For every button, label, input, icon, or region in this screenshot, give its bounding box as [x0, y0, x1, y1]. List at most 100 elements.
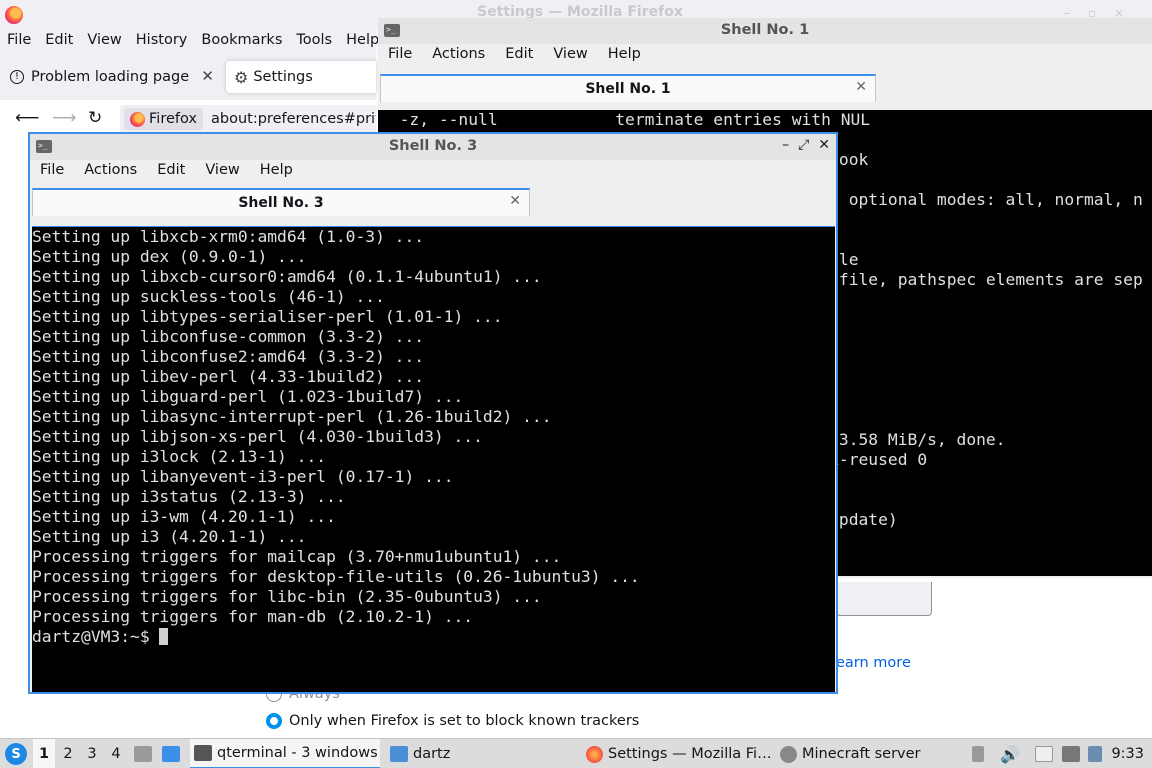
task-dartz-folder[interactable]: dartz — [386, 739, 450, 768]
shell1-title: Shell No. 1 — [720, 22, 810, 38]
shell1-tabbar: Shell No. 1 ✕ — [378, 72, 1152, 110]
terminal-line: Processing triggers for libc-bin (2.35-0… — [32, 587, 542, 606]
workspace-2[interactable]: 2 — [57, 739, 79, 768]
terminal-line: Setting up libanyevent-i3-perl (0.17-1) … — [32, 467, 454, 486]
workspace-3[interactable]: 3 — [81, 739, 103, 768]
keyboard-layout-icon[interactable] — [972, 739, 989, 768]
terminal-line: Setting up suckless-tools (46-1) ... — [32, 287, 385, 306]
terminal-prompt-line[interactable]: dartz@VM3:~$ — [32, 627, 835, 647]
forward-arrow-icon[interactable]: ⟶ — [52, 108, 76, 128]
shell3-terminal-output[interactable]: Setting up libxcb-xrm0:amd64 (1.0-3) ...… — [32, 226, 835, 692]
url-bar[interactable]: Firefox about:preferences#privacy — [120, 105, 376, 133]
start-menu-icon[interactable]: S — [5, 743, 27, 765]
terminal-window-shell-3: >_ Shell No. 3 – ⤢ ✕ File Actions Edit V… — [28, 132, 838, 694]
firefox-logo-icon — [5, 6, 23, 24]
firefox-tabstrip: ! Problem loading page ✕ ⚙ Settings — [0, 54, 376, 100]
tab-shell-1[interactable]: Shell No. 1 ✕ — [380, 74, 876, 102]
clock[interactable]: 9:33 — [1111, 739, 1144, 768]
workspace-4[interactable]: 4 — [105, 739, 127, 768]
identity-box[interactable]: Firefox — [124, 108, 203, 130]
close-tab-icon[interactable]: ✕ — [201, 67, 214, 85]
shell3-tabbar: Shell No. 3 ✕ — [30, 186, 836, 226]
ff-menu-tools[interactable]: Tools — [290, 30, 340, 54]
menu-edit[interactable]: Edit — [495, 44, 543, 68]
terminal-line: Setting up libguard-perl (1.023-1build7)… — [32, 387, 464, 406]
minecraft-server-icon — [780, 745, 797, 763]
ff-menu-history[interactable]: History — [130, 30, 196, 54]
task-label: qterminal - 3 windows — [217, 745, 378, 761]
shell3-menubar: File Actions Edit View Help — [30, 160, 836, 184]
menu-file[interactable]: File — [30, 160, 74, 184]
notification-icon[interactable] — [1088, 739, 1107, 768]
settings-button[interactable] — [836, 582, 932, 616]
menu-help[interactable]: Help — [250, 160, 303, 184]
firefox-logo-icon — [130, 111, 145, 127]
terminal-line: -file, pathspec elements are sep — [829, 270, 1143, 289]
terminal-line: Setting up libxcb-xrm0:amd64 (1.0-3) ... — [32, 227, 425, 246]
folder-icon — [390, 746, 408, 762]
learn-more-link[interactable]: earn more — [836, 655, 911, 671]
menu-view[interactable]: View — [195, 160, 249, 184]
volume-icon[interactable]: 🔊 — [1000, 739, 1020, 768]
identity-label: Firefox — [149, 111, 197, 127]
firefox-menubar: File Edit View History Bookmarks Tools H… — [0, 30, 379, 54]
tab-settings[interactable]: ⚙ Settings — [226, 61, 376, 93]
terminal-cursor — [159, 628, 169, 645]
menu-help[interactable]: Help — [598, 44, 651, 68]
task-label: Settings — Mozilla Fi… — [608, 746, 772, 762]
shell1-menubar: File Actions Edit View Help — [378, 44, 1152, 68]
file-manager-launcher-icon[interactable] — [134, 739, 157, 768]
firefox-logo-icon — [586, 745, 603, 763]
shell3-title: Shell No. 3 — [388, 138, 478, 154]
tab-label: Settings — [253, 69, 313, 85]
terminal-line: Setting up libasync-interrupt-perl (1.26… — [32, 407, 552, 426]
terminal-line: Processing triggers for mailcap (3.70+nm… — [32, 547, 562, 566]
close-icon[interactable]: ✕ — [818, 137, 830, 153]
clipboard-icon[interactable] — [1035, 739, 1058, 768]
terminal-line: update) — [829, 510, 898, 529]
terminal-line: Setting up libconfuse-common (3.3-2) ... — [32, 327, 425, 346]
tab-problem-loading[interactable]: ! Problem loading page ✕ — [0, 61, 224, 93]
network-icon[interactable] — [1062, 739, 1085, 768]
menu-actions[interactable]: Actions — [74, 160, 147, 184]
ff-menu-view[interactable]: View — [81, 30, 129, 54]
close-tab-icon[interactable]: ✕ — [509, 193, 521, 209]
terminal-line: Processing triggers for man-db (2.10.2-1… — [32, 607, 474, 626]
terminal-line: Setting up i3-wm (4.20.1-1) ... — [32, 507, 336, 526]
tab-label: Shell No. 3 — [238, 195, 324, 211]
reload-icon[interactable]: ↻ — [88, 108, 102, 128]
menu-file[interactable]: File — [378, 44, 422, 68]
shell1-titlebar[interactable]: >_ Shell No. 1 — [378, 18, 1152, 44]
terminal-line: 13.58 MiB/s, done. — [829, 430, 1006, 449]
radio-only-when-blocking[interactable]: Only when Firefox is set to block known … — [266, 713, 639, 729]
shell-prompt: dartz@VM3:~$ — [32, 627, 160, 646]
ff-menu-file[interactable]: File — [0, 30, 39, 54]
tab-label: Problem loading page — [31, 69, 190, 85]
back-arrow-icon[interactable]: ⟵ — [15, 108, 39, 128]
radio-selected-icon[interactable] — [266, 713, 282, 729]
terminal-line: k-reused 0 — [829, 450, 928, 469]
show-desktop-icon[interactable] — [162, 739, 185, 768]
maximize-icon[interactable]: ⤢ — [798, 137, 809, 153]
terminal-line: Setting up dex (0.9.0-1) ... — [32, 247, 307, 266]
terminal-line: Processing triggers for desktop-file-uti… — [32, 567, 640, 586]
taskbar: S 1 2 3 4 qterminal - 3 windows dartz Se… — [0, 738, 1152, 768]
url-text[interactable]: about:preferences#privacy — [211, 111, 376, 127]
tab-shell-3[interactable]: Shell No. 3 ✕ — [32, 188, 530, 216]
terminal-line: Setting up i3status (2.13-3) ... — [32, 487, 346, 506]
shell3-titlebar[interactable]: >_ Shell No. 3 – ⤢ ✕ — [30, 134, 836, 160]
ff-menu-bookmarks[interactable]: Bookmarks — [195, 30, 290, 54]
task-firefox-settings[interactable]: Settings — Mozilla Fi… — [582, 739, 772, 768]
terminal-line: Setting up libjson-xs-perl (4.030-1build… — [32, 427, 483, 446]
menu-view[interactable]: View — [543, 44, 597, 68]
workspace-1[interactable]: 1 — [33, 739, 55, 768]
terminal-line: Setting up libev-perl (4.33-1build2) ... — [32, 367, 425, 386]
menu-actions[interactable]: Actions — [422, 44, 495, 68]
task-qterminal[interactable]: qterminal - 3 windows — [190, 739, 380, 768]
menu-edit[interactable]: Edit — [147, 160, 195, 184]
task-minecraft-server[interactable]: Minecraft server — [776, 739, 921, 768]
ff-menu-edit[interactable]: Edit — [39, 30, 81, 54]
terminal-line: Setting up libtypes-serialiser-perl (1.0… — [32, 307, 503, 326]
close-tab-icon[interactable]: ✕ — [855, 79, 867, 95]
minimize-icon[interactable]: – — [782, 137, 789, 153]
